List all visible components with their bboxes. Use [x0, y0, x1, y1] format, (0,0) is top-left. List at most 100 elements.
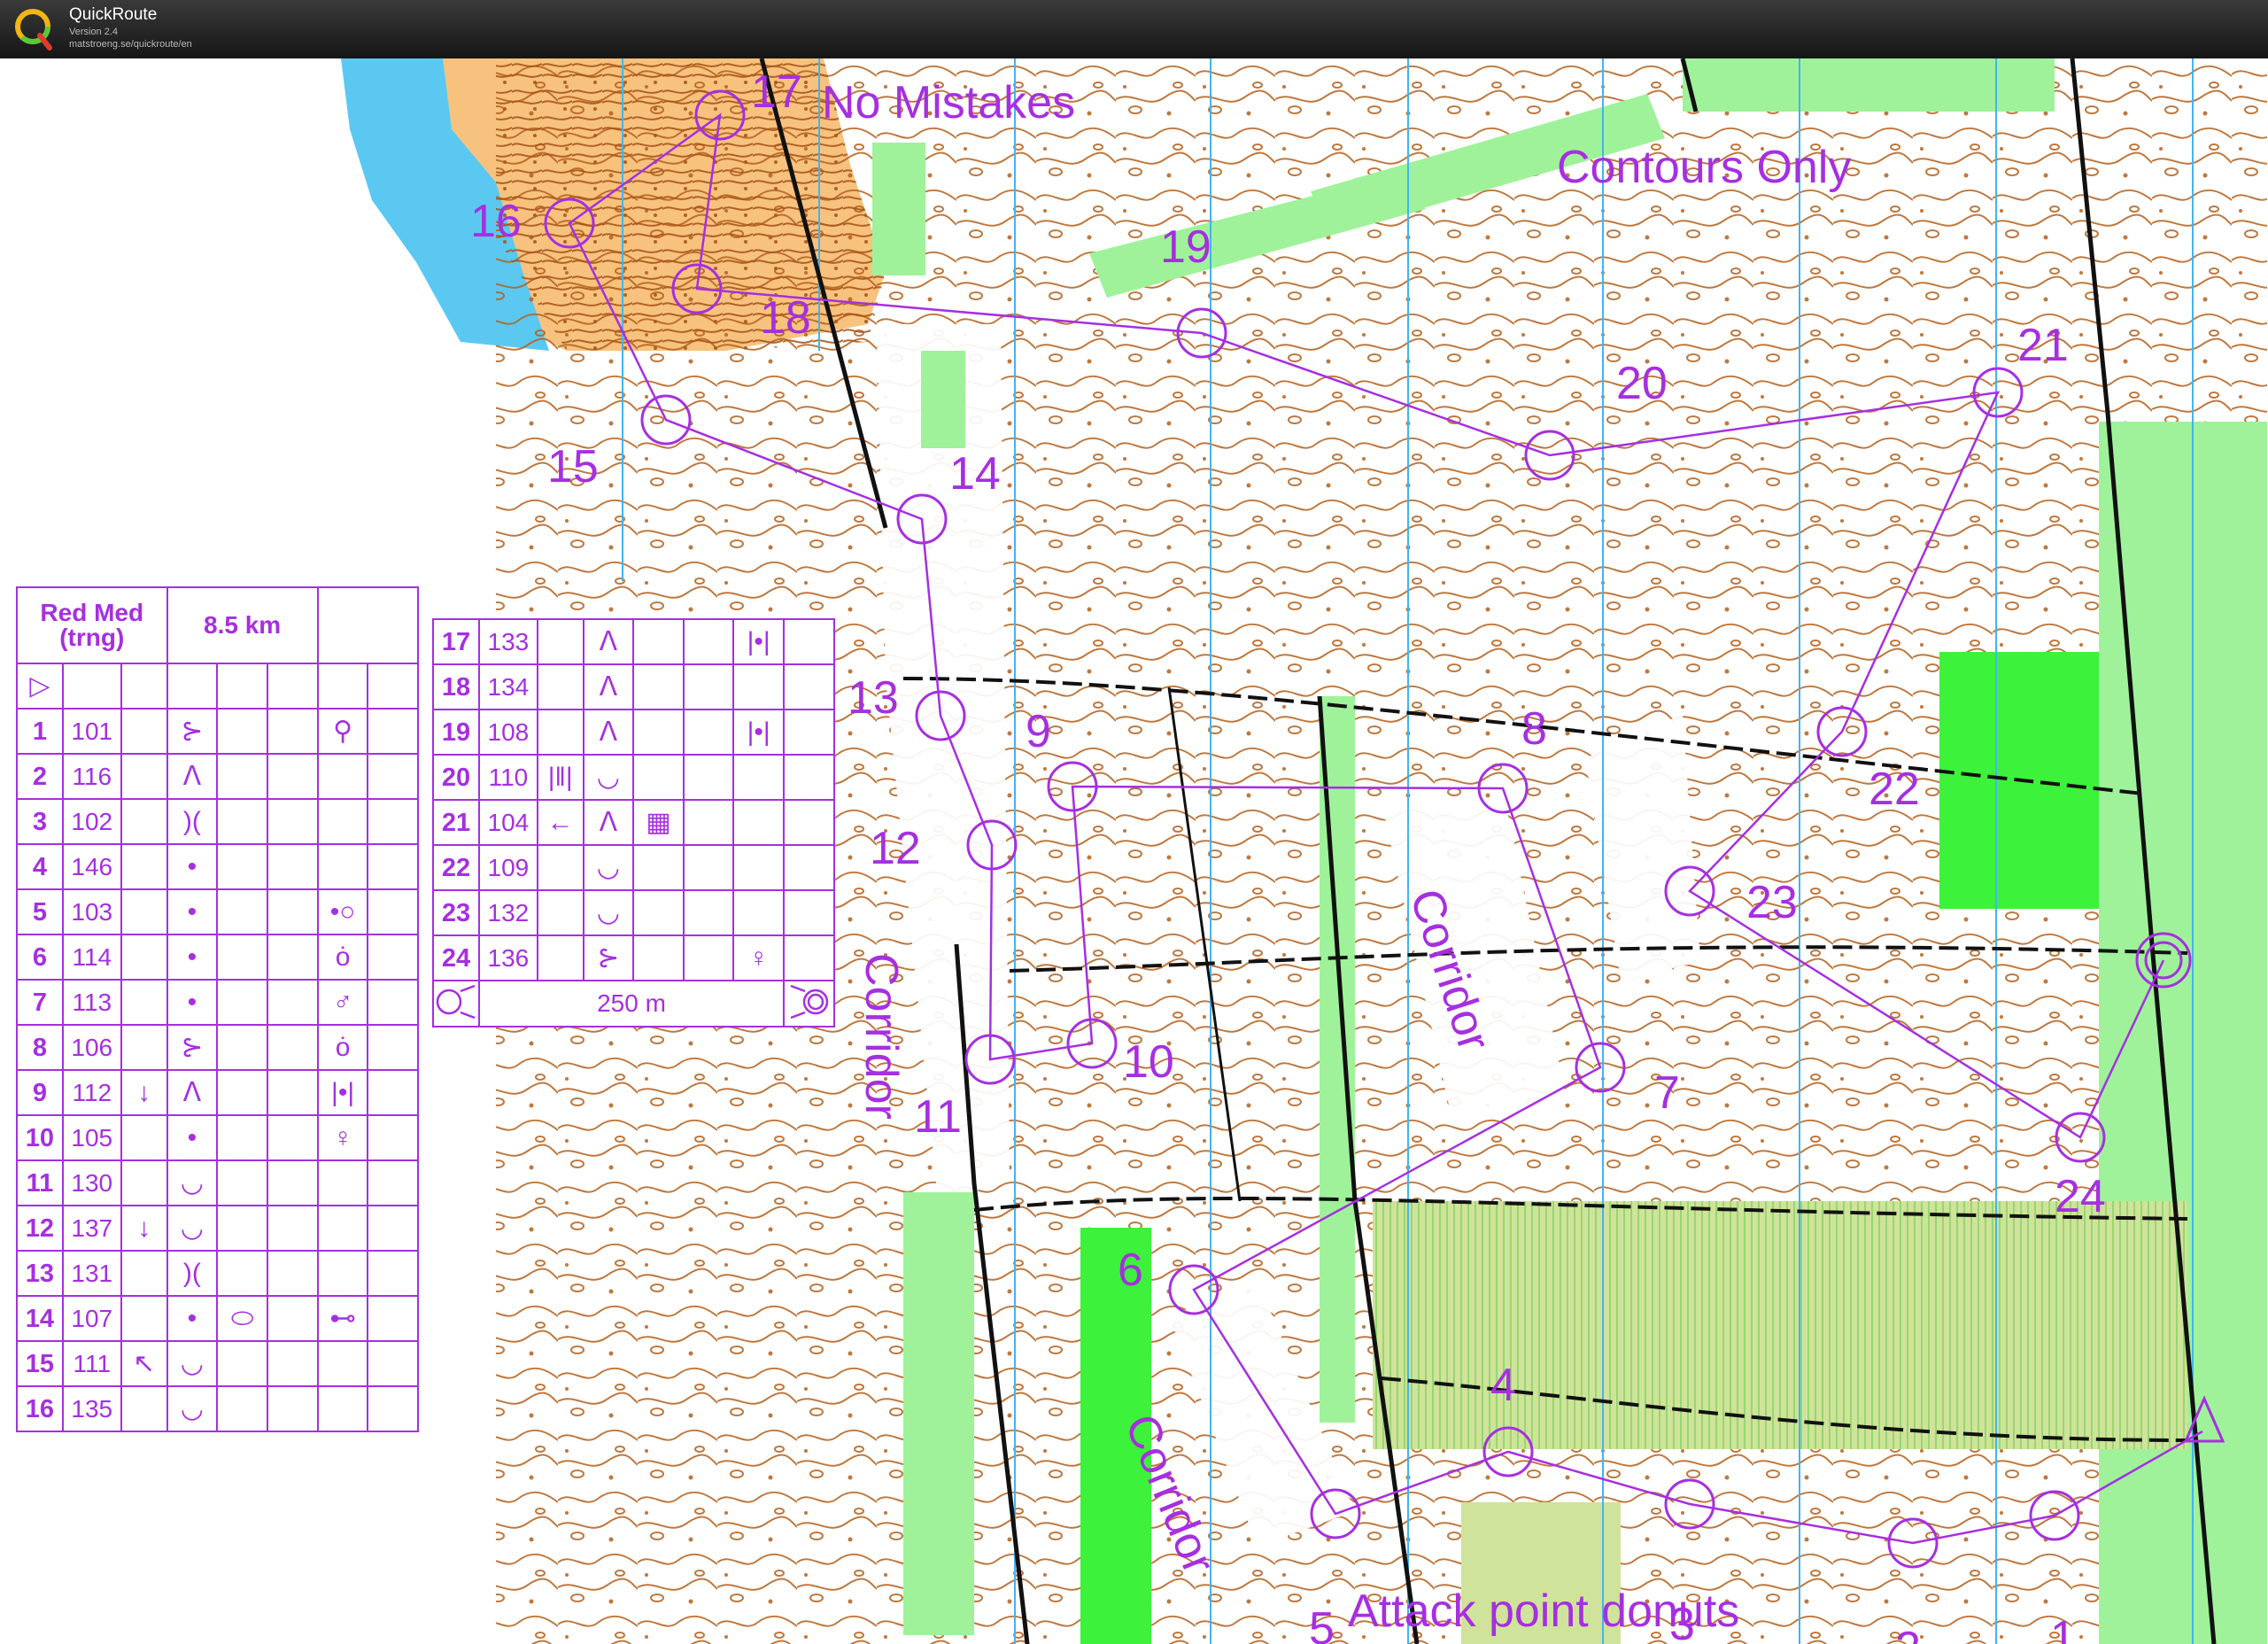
- dimensions-cell: [682, 889, 735, 936]
- which-feature-cell: [120, 979, 168, 1026]
- control-code-cell: 131: [61, 1250, 122, 1297]
- control-code-cell: 111: [61, 1340, 122, 1387]
- start-empty-cell: [267, 663, 319, 710]
- which-feature-cell: [120, 888, 168, 935]
- other-info-cell: [367, 1250, 419, 1297]
- other-info-cell: [367, 1069, 419, 1116]
- which-feature-cell: |‖|: [536, 754, 584, 801]
- appearance-cell: [216, 753, 269, 800]
- description-row: 24 136 ⊱ ♀: [432, 934, 835, 981]
- control-number-11: 11: [914, 1091, 962, 1143]
- start-empty-cell: [216, 663, 269, 710]
- which-feature-cell: [120, 753, 168, 800]
- app-name: QuickRoute: [69, 5, 158, 24]
- location-cell: [732, 844, 785, 891]
- course-title: Red Med (trng): [16, 586, 168, 664]
- control-code-cell: 114: [61, 934, 122, 981]
- start-symbol-cell: ▷: [16, 663, 64, 710]
- location-cell: ȯ: [316, 934, 369, 981]
- location-cell: ♂: [316, 979, 369, 1026]
- other-info-cell: [367, 1205, 419, 1252]
- dimensions-cell: [682, 709, 735, 756]
- other-info-cell: [783, 844, 835, 891]
- feature-cell: ᐱ: [166, 1069, 219, 1116]
- appearance-cell: [632, 889, 685, 936]
- dimensions-cell: [267, 1114, 319, 1161]
- control-code-cell: 116: [61, 753, 122, 800]
- dimensions-cell: [267, 1385, 319, 1432]
- which-feature-cell: ↖: [120, 1340, 168, 1387]
- location-cell: |•|: [732, 709, 785, 756]
- forest-strip-2: [921, 351, 965, 448]
- location-cell: [732, 663, 785, 710]
- other-info-cell: [367, 979, 419, 1026]
- location-cell: •○: [316, 888, 369, 935]
- control-number-2: 2: [1895, 1623, 1921, 1644]
- description-row: 18 134 ᐱ: [432, 663, 835, 710]
- location-cell: [732, 754, 785, 801]
- other-info-cell: [783, 618, 835, 665]
- dimensions-cell: [267, 1250, 319, 1297]
- dimensions-cell: [682, 799, 735, 846]
- which-feature-cell: [536, 889, 584, 936]
- which-feature-cell: [120, 798, 168, 845]
- control-number-cell: 22: [432, 844, 480, 891]
- appearance-cell: [216, 708, 269, 755]
- feature-cell: ⊱: [582, 934, 635, 981]
- location-cell: [316, 753, 369, 800]
- control-number-19: 19: [1160, 221, 1211, 273]
- dimensions-cell: [267, 1024, 319, 1071]
- appearance-cell: [216, 1385, 269, 1432]
- start-row: ▷: [16, 663, 419, 710]
- appearance-cell: [632, 754, 685, 801]
- which-feature-cell: [120, 1295, 168, 1342]
- dimensions-cell: [267, 798, 319, 845]
- control-code-cell: 102: [61, 798, 122, 845]
- which-feature-cell: [120, 708, 168, 755]
- control-number-6: 6: [1118, 1245, 1143, 1296]
- location-cell: [316, 798, 369, 845]
- other-info-cell: [367, 1385, 419, 1432]
- which-feature-cell: [120, 1114, 168, 1161]
- description-row: 4 146 •: [16, 843, 419, 890]
- location-cell: ♀: [316, 1114, 369, 1161]
- appearance-cell: [632, 934, 685, 981]
- location-cell: [316, 1205, 369, 1252]
- other-info-cell: [783, 889, 835, 936]
- appearance-cell: [216, 1069, 269, 1116]
- course-title-line2: (trng): [59, 624, 125, 651]
- feature-cell: ◡: [166, 1205, 219, 1252]
- description-row: 14 107 • ⬭ ⊷: [16, 1295, 419, 1342]
- feature-cell: ᐱ: [582, 663, 635, 710]
- which-feature-cell: [120, 1024, 168, 1071]
- control-number-10: 10: [1123, 1036, 1174, 1088]
- location-cell: ȯ: [316, 1024, 369, 1071]
- green-strip-west: [903, 1192, 974, 1635]
- control-number-21: 21: [2017, 320, 2069, 371]
- control-number-1: 1: [2050, 1612, 2076, 1644]
- description-row: 12 137 ↓ ◡: [16, 1205, 419, 1252]
- description-row: 5 103 • •○: [16, 888, 419, 935]
- which-feature-cell: [120, 1385, 168, 1432]
- appearance-cell: [632, 709, 685, 756]
- location-cell: |•|: [732, 618, 785, 665]
- app-url: matstroeng.se/quickroute/en: [69, 39, 192, 50]
- start-empty-cell: [316, 663, 369, 710]
- appearance-cell: ⬭: [216, 1295, 269, 1342]
- other-info-cell: [367, 1024, 419, 1071]
- finish-right-icon: [783, 980, 835, 1028]
- control-code-cell: 104: [478, 799, 538, 846]
- location-cell: [316, 843, 369, 890]
- dimensions-cell: [267, 1159, 319, 1206]
- control-description-sheet-right: 17 133 ᐱ |•| 18 134 ᐱ 19 108 ᐱ |•| 20 110 |‖| ◡ 21 104 ← ᐱ…: [432, 618, 835, 1028]
- which-feature-cell: [536, 618, 584, 665]
- other-info-cell: [783, 754, 835, 801]
- control-number-cell: 19: [432, 709, 480, 756]
- dimensions-cell: [267, 888, 319, 935]
- control-code-cell: 103: [61, 888, 122, 935]
- other-info-cell: [783, 709, 835, 756]
- location-cell: [316, 1159, 369, 1206]
- description-row: 16 135 ◡: [16, 1385, 419, 1432]
- control-number-cell: 21: [432, 799, 480, 846]
- feature-cell: ◡: [166, 1385, 219, 1432]
